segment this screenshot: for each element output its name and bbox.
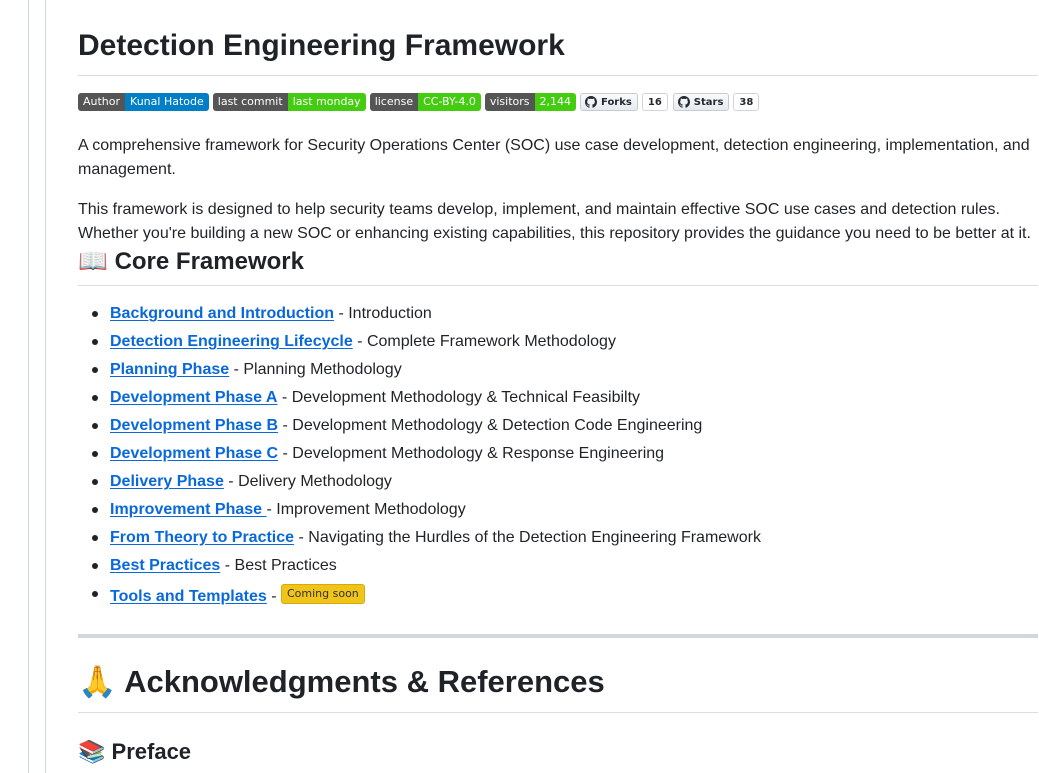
core-framework-heading: 📖 Core Framework <box>78 246 1038 286</box>
left-rail-border <box>28 0 29 773</box>
link-delivery-phase[interactable]: Delivery Phase <box>110 473 224 490</box>
books-icon: 📚 <box>78 740 106 765</box>
stars-button[interactable]: Stars <box>672 93 730 111</box>
github-icon <box>585 96 598 108</box>
core-framework-list: Background and Introduction - Introducti… <box>78 300 1038 612</box>
list-item-desc: - Development Methodology & Technical Fe… <box>277 389 641 406</box>
visitors-badge[interactable]: visitors 2,144 <box>484 93 577 111</box>
list-item-desc: - Introduction <box>334 305 432 322</box>
author-badge-value: Kunal Hatode <box>125 93 209 111</box>
list-item: Tools and Templates - Coming soon <box>78 580 1038 612</box>
list-item-desc: - Planning Methodology <box>229 361 402 378</box>
forks-count[interactable]: 16 <box>641 93 668 111</box>
forks-badge[interactable]: Forks 16 <box>580 93 668 111</box>
intro-paragraph-1: A comprehensive framework for Security O… <box>78 137 1030 178</box>
license-badge[interactable]: license CC-BY-4.0 <box>369 93 481 111</box>
link-best-practices[interactable]: Best Practices <box>110 557 220 574</box>
license-badge-label: license <box>369 93 419 111</box>
list-item: Development Phase A - Development Method… <box>78 384 1038 412</box>
list-item: Development Phase C - Development Method… <box>78 440 1038 468</box>
list-item: From Theory to Practice - Navigating the… <box>78 524 1038 552</box>
core-framework-heading-text: Core Framework <box>114 248 304 275</box>
content-rail-border <box>45 0 46 773</box>
link-development-phase-a[interactable]: Development Phase A <box>110 389 277 406</box>
list-item: Improvement Phase - Improvement Methodol… <box>78 496 1038 524</box>
stars-badge[interactable]: Stars 38 <box>672 93 760 111</box>
list-item-desc: - Navigating the Hurdles of the Detectio… <box>294 529 761 546</box>
stars-label: Stars <box>693 96 724 108</box>
acknowledgments-heading: 🙏 Acknowledgments & References <box>78 664 1038 713</box>
page-title: Detection Engineering Framework <box>78 0 1038 76</box>
list-item: Best Practices - Best Practices <box>78 552 1038 580</box>
readme-content: Detection Engineering Framework Author K… <box>78 0 1038 767</box>
coming-soon-badge: Coming soon <box>280 584 365 604</box>
list-item: Delivery Phase - Delivery Methodology <box>78 468 1038 496</box>
last-commit-badge[interactable]: last commit last monday <box>212 93 366 111</box>
page: Detection Engineering Framework Author K… <box>0 0 1039 773</box>
link-detection-engineering-lifecycle[interactable]: Detection Engineering Lifecycle <box>110 333 353 350</box>
github-icon <box>677 96 690 108</box>
link-planning-phase[interactable]: Planning Phase <box>110 361 229 378</box>
preface-heading: 📚 Preface <box>78 738 1038 767</box>
list-item-desc: - <box>266 588 281 605</box>
stars-count[interactable]: 38 <box>733 93 760 111</box>
list-item-desc: - Development Methodology & Response Eng… <box>278 445 665 462</box>
link-tools-and-templates[interactable]: Tools and Templates <box>110 588 267 605</box>
link-improvement-phase[interactable]: Improvement Phase <box>110 501 267 518</box>
link-background-introduction[interactable]: Background and Introduction <box>110 305 334 322</box>
badge-row: Author Kunal Hatode last commit last mon… <box>78 93 1038 111</box>
list-item-desc: - Development Methodology & Detection Co… <box>278 417 703 434</box>
list-item: Development Phase B - Development Method… <box>78 412 1038 440</box>
visitors-badge-label: visitors <box>484 93 535 111</box>
list-item: Planning Phase - Planning Methodology <box>78 356 1038 384</box>
link-development-phase-c[interactable]: Development Phase C <box>110 445 278 462</box>
intro-paragraph-2: This framework is designed to help secur… <box>78 201 1031 242</box>
list-item-desc: - Improvement Methodology <box>266 501 466 518</box>
link-from-theory-to-practice[interactable]: From Theory to Practice <box>110 529 294 546</box>
forks-button[interactable]: Forks <box>580 93 638 111</box>
last-commit-badge-value: last monday <box>287 93 366 111</box>
last-commit-badge-label: last commit <box>212 93 288 111</box>
forks-label: Forks <box>601 96 632 108</box>
license-badge-value: CC-BY-4.0 <box>418 93 481 111</box>
list-item-desc: - Delivery Methodology <box>223 473 392 490</box>
link-development-phase-b[interactable]: Development Phase B <box>110 417 278 434</box>
author-badge-label: Author <box>78 93 126 111</box>
folded-hands-icon: 🙏 <box>78 664 117 700</box>
list-item-desc: - Best Practices <box>220 557 337 574</box>
section-divider <box>78 634 1038 638</box>
preface-heading-text: Preface <box>111 739 192 764</box>
list-item: Detection Engineering Lifecycle - Comple… <box>78 328 1038 356</box>
list-item-desc: - Complete Framework Methodology <box>352 333 616 350</box>
acknowledgments-heading-text: Acknowledgments & References <box>124 664 605 699</box>
visitors-badge-value: 2,144 <box>534 93 577 111</box>
list-item: Background and Introduction - Introducti… <box>78 300 1038 328</box>
author-badge[interactable]: Author Kunal Hatode <box>78 93 209 111</box>
book-icon: 📖 <box>78 247 108 275</box>
